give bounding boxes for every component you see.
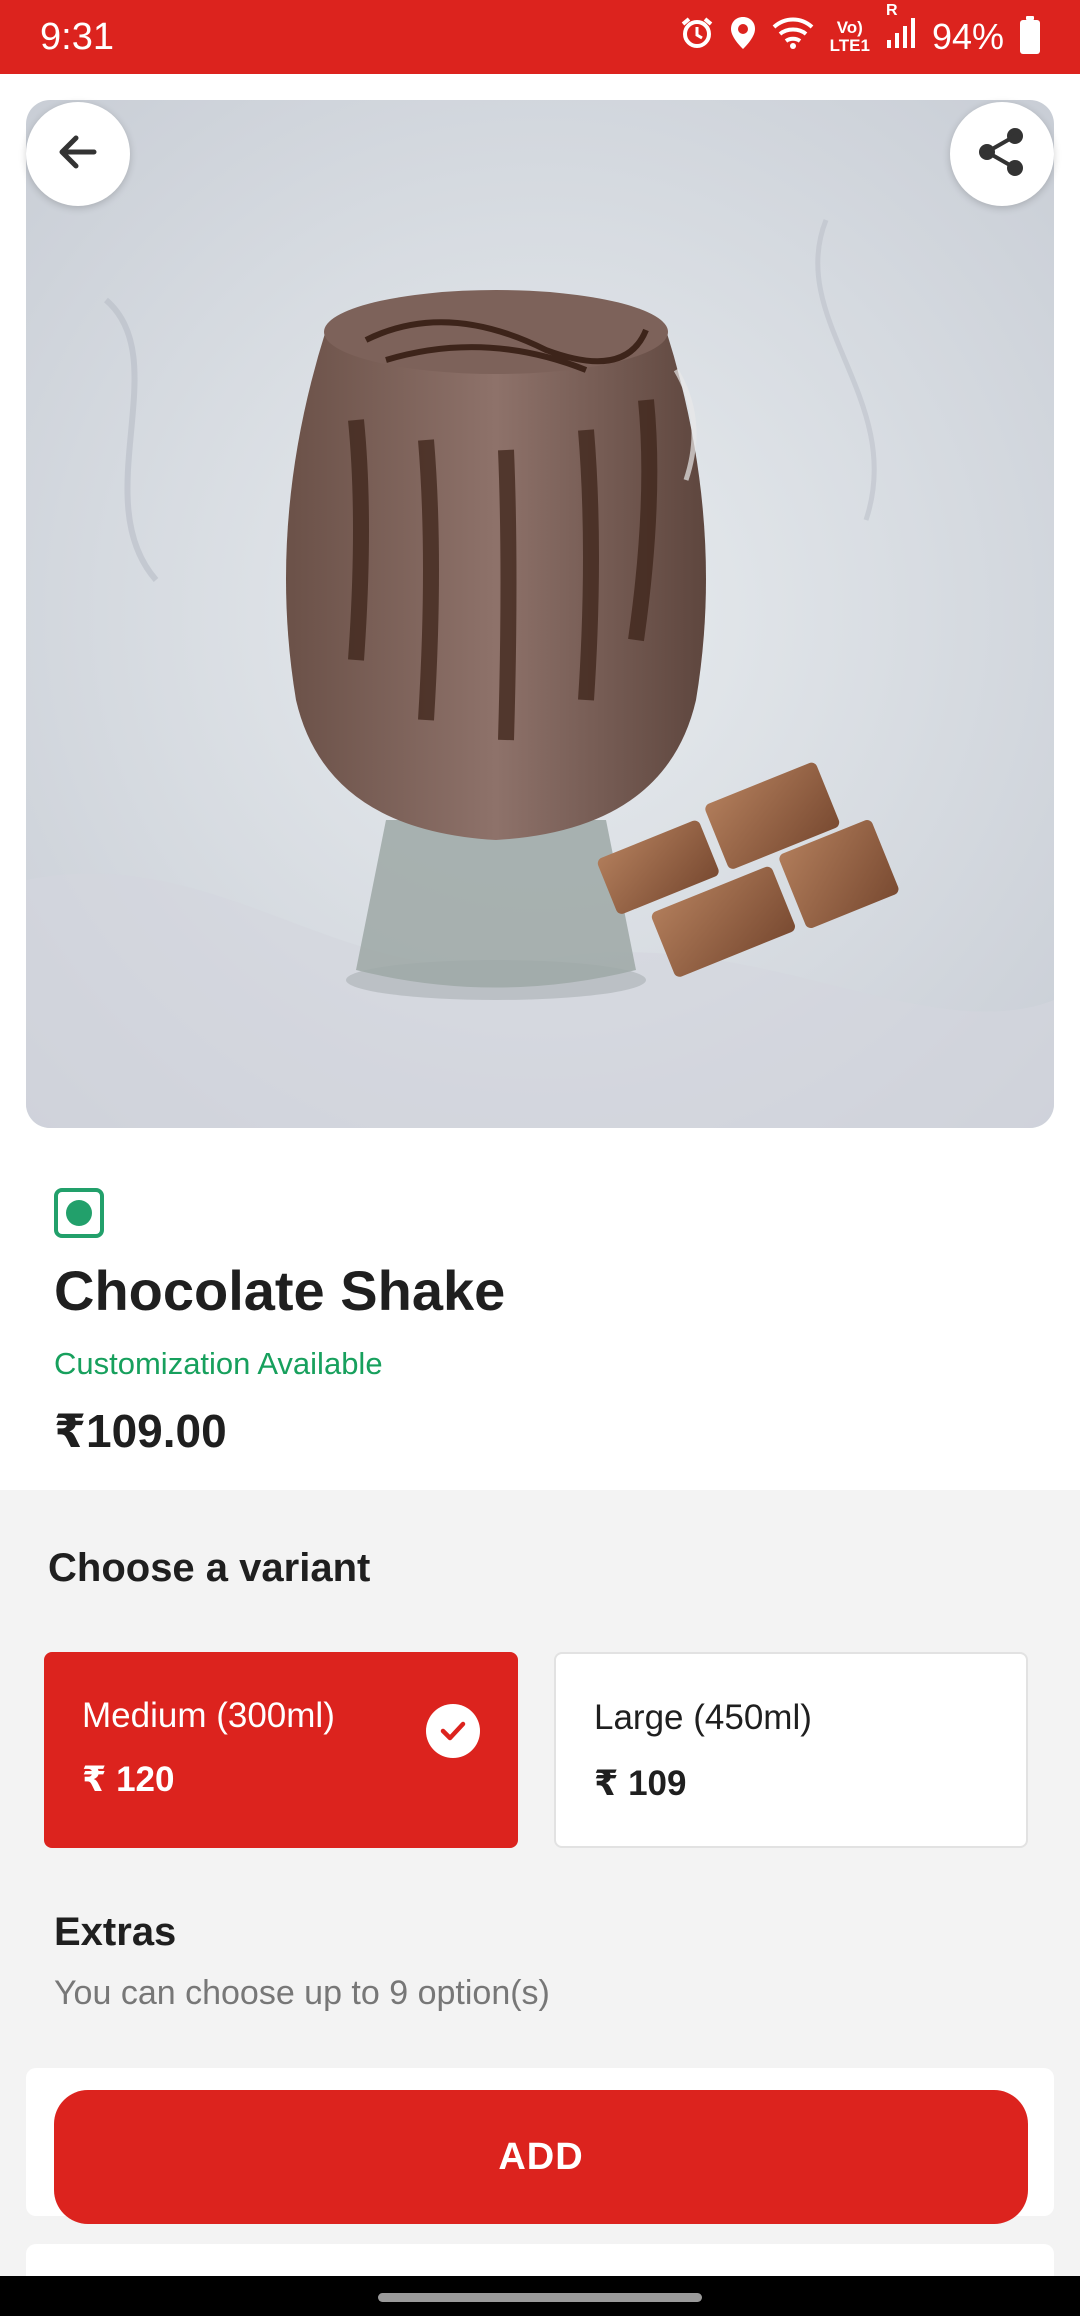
status-icons: Vo) LTE1 R 94% xyxy=(680,2,1040,59)
home-gesture-handle[interactable] xyxy=(378,2293,702,2302)
product-image xyxy=(26,100,1054,1128)
network-volte: Vo) xyxy=(836,18,863,37)
product-name: Chocolate Shake xyxy=(54,1259,506,1322)
share-icon xyxy=(975,125,1029,184)
variant-price: ₹ 109 xyxy=(594,1764,687,1803)
add-button[interactable]: ADD xyxy=(54,2090,1028,2224)
check-icon xyxy=(426,1704,480,1758)
signal-icon: R xyxy=(886,2,916,59)
product-price: ₹109.00 xyxy=(54,1405,227,1457)
variant-option-medium[interactable]: Medium (300ml) ₹ 120 xyxy=(44,1652,518,1848)
wifi-icon xyxy=(772,16,814,58)
variant-price: ₹ 120 xyxy=(82,1760,175,1799)
network-lte: LTE1 xyxy=(829,36,870,55)
variant-name: Medium (300ml) xyxy=(82,1696,335,1735)
status-bar: 9:31 Vo) LTE1 R 94% xyxy=(0,0,1080,74)
back-button[interactable] xyxy=(26,102,130,206)
arrow-left-icon xyxy=(54,128,102,181)
battery-icon xyxy=(1020,16,1040,54)
variant-option-large[interactable]: Large (450ml) ₹ 109 xyxy=(554,1652,1028,1848)
veg-dot xyxy=(66,1200,92,1226)
status-time: 9:31 xyxy=(40,15,114,58)
alarm-icon xyxy=(680,16,714,59)
network-type: Vo) LTE1 xyxy=(830,19,870,55)
extras-title: Extras xyxy=(54,1910,177,1954)
share-button[interactable] xyxy=(950,102,1054,206)
variant-name: Large (450ml) xyxy=(594,1698,812,1737)
roaming-indicator: R xyxy=(885,1,898,19)
customization-available: Customization Available xyxy=(54,1346,383,1381)
variant-heading: Choose a variant xyxy=(48,1546,371,1590)
battery-percent: 94% xyxy=(931,16,1004,57)
location-icon xyxy=(730,16,756,59)
veg-icon xyxy=(54,1188,104,1238)
extras-subtitle: You can choose up to 9 option(s) xyxy=(54,1974,550,2012)
